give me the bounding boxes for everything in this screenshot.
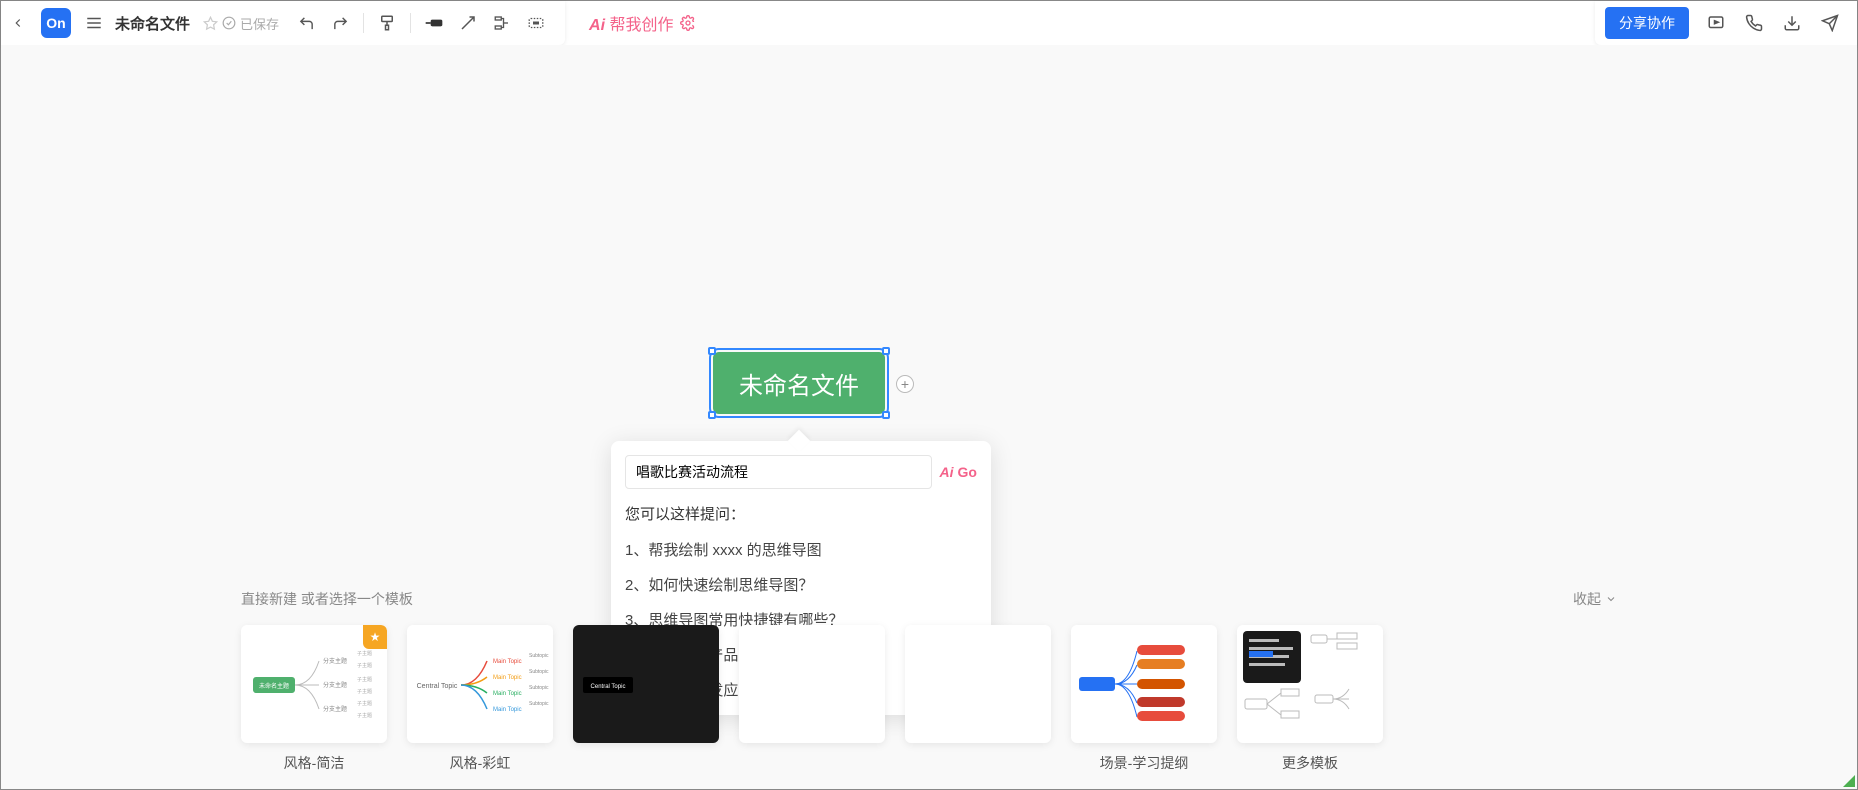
svg-text:Main Topic: Main Topic [493,659,522,665]
template-label: 风格-简洁 [284,753,345,773]
topic-button[interactable] [417,6,451,40]
add-child-button[interactable]: + [896,375,914,393]
svg-text:子主题: 子主题 [357,676,372,683]
root-node[interactable]: 未命名文件 [713,352,885,414]
template-card[interactable]: Central Topic [573,625,719,773]
toolbar-left-group: On 未命名文件 已保存 [1,1,565,45]
svg-text:分支主题: 分支主题 [323,681,347,689]
document-title[interactable]: 未命名文件 [115,13,190,34]
send-button[interactable] [1813,6,1847,40]
star-icon[interactable] [198,6,222,40]
ai-create-button[interactable]: Ai 帮我创作 [589,11,695,35]
back-button[interactable] [1,6,35,40]
template-card[interactable]: 场景-学习提纲 [1071,625,1217,773]
svg-text:Subtopic: Subtopic [529,653,549,659]
format-painter-button[interactable] [370,6,404,40]
ai-suggestion-item[interactable]: 1、帮我绘制 xxxx 的思维导图 [625,532,977,567]
svg-text:子主题: 子主题 [357,700,372,707]
svg-text:子主题: 子主题 [357,662,372,669]
svg-text:Main Topic: Main Topic [493,691,522,697]
collapse-templates-button[interactable]: 收起 [1573,589,1617,609]
check-circle-icon [222,16,236,30]
template-label: 更多模板 [1282,753,1338,773]
ai-prompt-input[interactable] [625,455,932,489]
download-button[interactable] [1775,6,1809,40]
svg-text:分支主题: 分支主题 [323,705,347,713]
top-toolbar: On 未命名文件 已保存 [1,1,1857,45]
share-button[interactable]: 分享协作 [1605,7,1689,39]
svg-text:Subtopic: Subtopic [529,701,549,707]
svg-text:Main Topic: Main Topic [493,707,522,713]
svg-text:分支主题: 分支主题 [323,657,347,665]
template-hint: 直接新建 或者选择一个模板 [241,589,413,609]
saved-status: 已保存 [222,14,279,33]
undo-button[interactable] [289,6,323,40]
boundary-button[interactable] [519,6,553,40]
template-card[interactable] [905,625,1051,773]
canvas-area[interactable]: 未命名文件 + AiGo 您可以这样提问： 1、帮我绘制 xxxx 的思维导图 … [1,45,1857,789]
svg-text:未命名主题: 未命名主题 [259,682,289,690]
star-badge-icon: ★ [363,625,387,649]
template-panel: 直接新建 或者选择一个模板 收起 ★ 未命名主题 分支主题分支主题分支主题 子主… [1,589,1857,789]
svg-text:子主题: 子主题 [357,650,372,657]
template-card[interactable]: ★ 未命名主题 分支主题分支主题分支主题 子主题子主题子主题子主题子主题子主题 … [241,625,387,773]
summary-button[interactable] [485,6,519,40]
resize-corner-icon [1843,775,1855,787]
toolbar-right-group: 分享协作 [1595,1,1857,45]
app-logo[interactable]: On [41,8,71,38]
template-card[interactable]: Central Topic Main Topic Main Topic Main T… [407,625,553,773]
ai-go-button[interactable]: AiGo [940,464,977,480]
svg-text:Subtopic: Subtopic [529,685,549,691]
phone-button[interactable] [1737,6,1771,40]
svg-text:Main Topic: Main Topic [493,675,522,681]
root-node-text: 未命名文件 [739,366,859,401]
redo-button[interactable] [323,6,357,40]
svg-text:Subtopic: Subtopic [529,669,549,675]
svg-text:子主题: 子主题 [357,712,372,719]
svg-text:子主题: 子主题 [357,688,372,695]
relation-button[interactable] [451,6,485,40]
template-label: 风格-彩虹 [450,753,511,773]
ai-hint-label: 您可以这样提问： [625,503,977,524]
gear-icon [680,15,696,31]
template-card[interactable] [739,625,885,773]
template-label: 场景-学习提纲 [1100,753,1189,773]
template-card[interactable]: 更多模板 [1237,625,1383,773]
present-button[interactable] [1699,6,1733,40]
svg-text:Central Topic: Central Topic [591,684,626,690]
menu-button[interactable] [77,6,111,40]
chevron-down-icon [1605,593,1617,605]
svg-text:Central Topic: Central Topic [417,683,458,690]
